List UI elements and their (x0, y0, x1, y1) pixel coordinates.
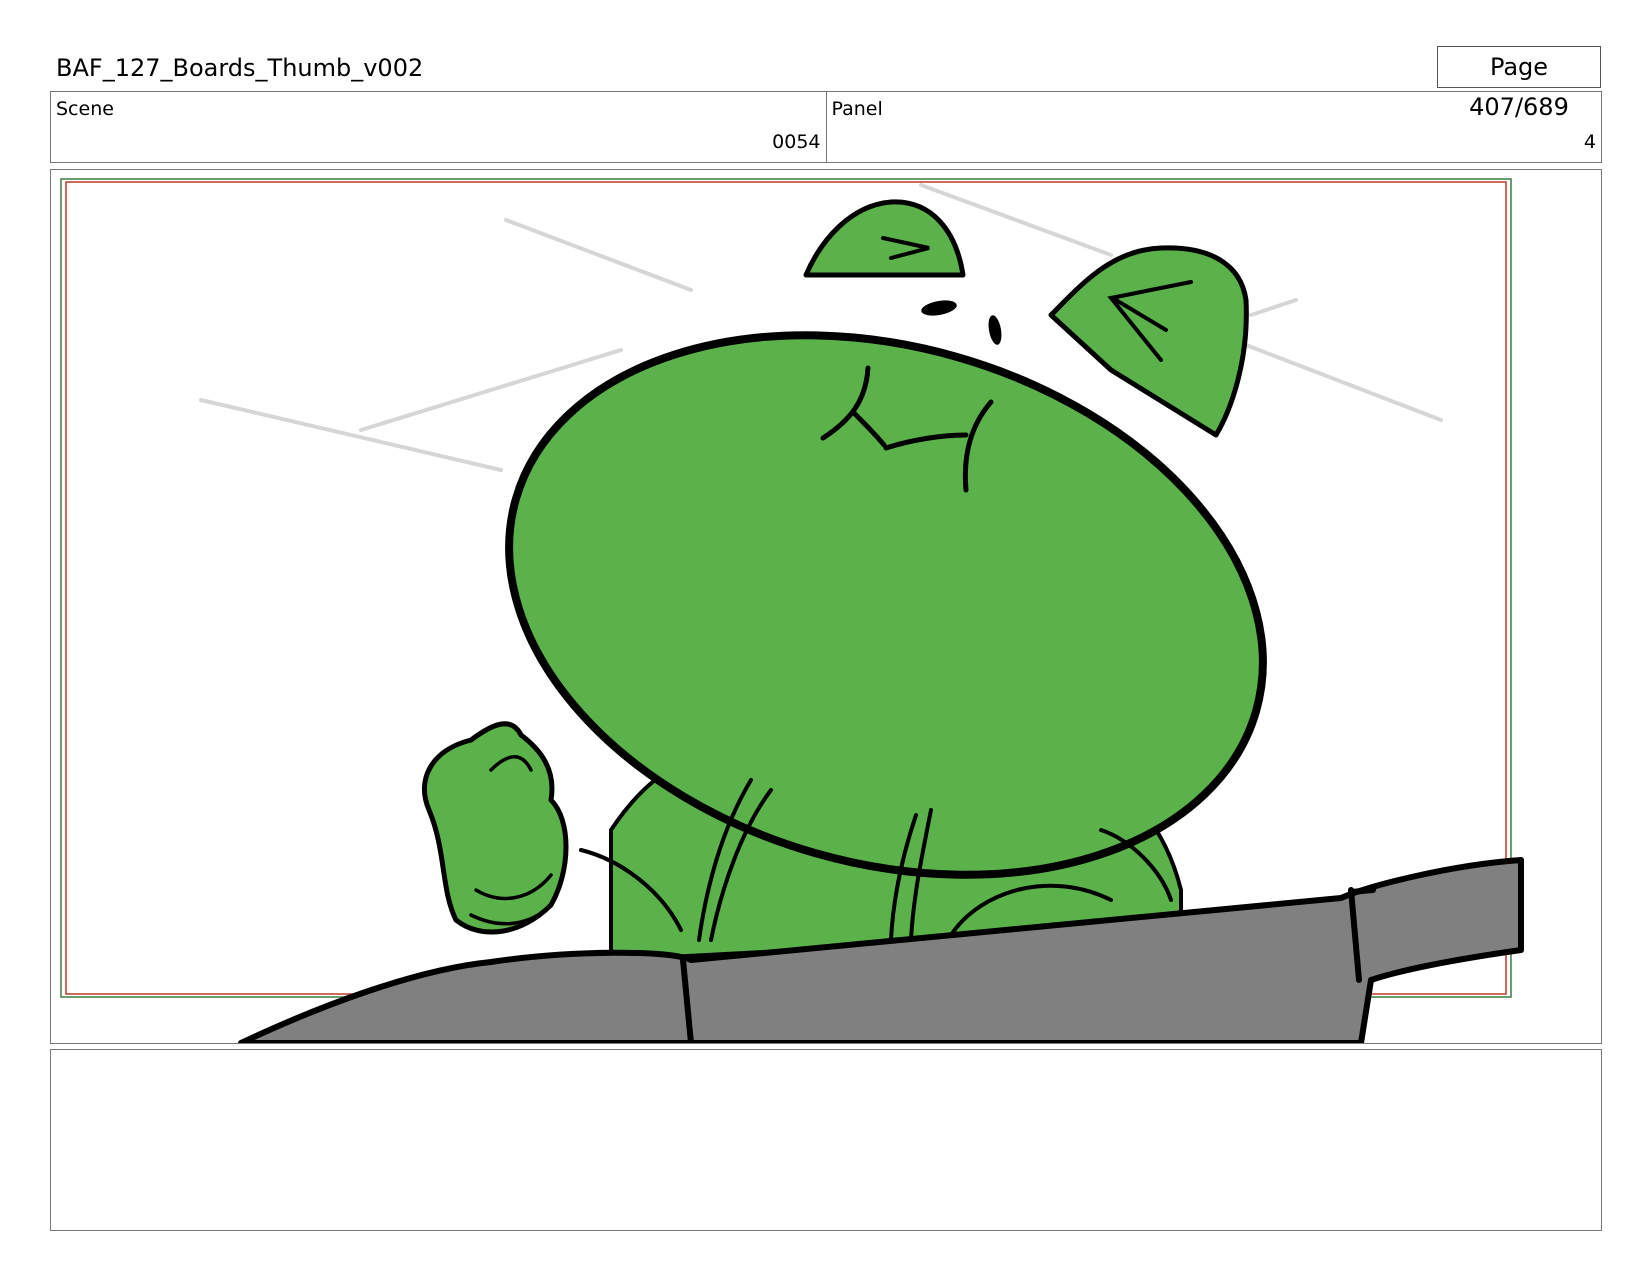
panel-value: 4 (1583, 131, 1596, 153)
document-title: BAF_127_Boards_Thumb_v002 (56, 54, 424, 82)
scene-label: Scene (56, 98, 114, 120)
panel-cell: Panel 4 (825, 92, 1602, 162)
page-number: Page 407/689 (1437, 46, 1601, 121)
info-row: Scene 0054 Panel 4 (50, 91, 1602, 163)
frog-hand (422, 721, 569, 935)
storyboard-panel-frame (50, 169, 1602, 1044)
panel-label: Panel (831, 98, 883, 120)
notes-box (50, 1049, 1602, 1231)
frog-nostrils (921, 300, 1002, 345)
scene-cell: Scene 0054 (51, 92, 826, 162)
storyboard-drawing (60, 178, 1524, 1043)
scene-value: 0054 (772, 131, 821, 153)
